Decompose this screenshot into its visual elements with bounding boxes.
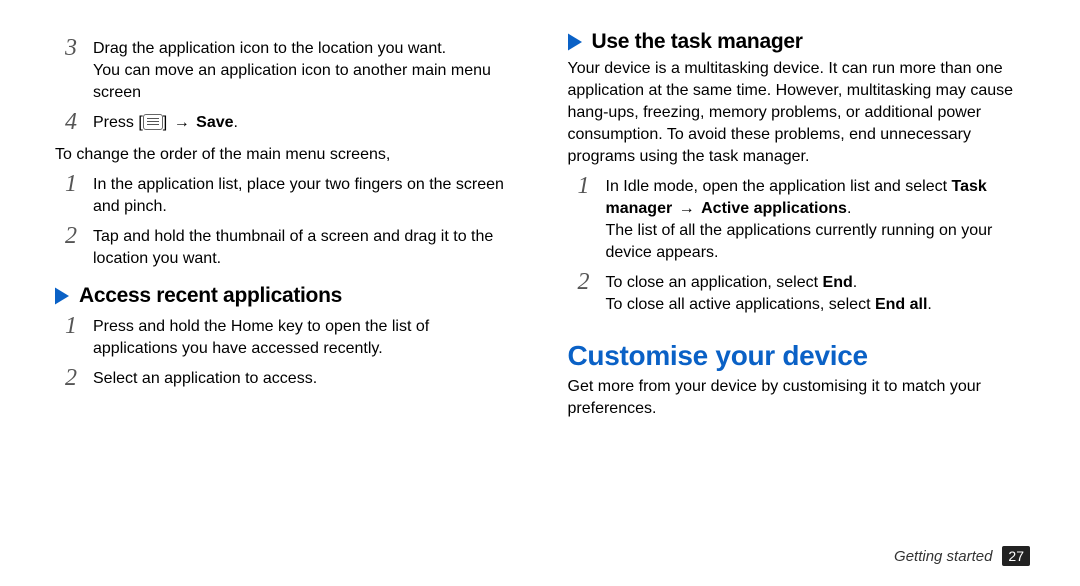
manual-page: 3 Drag the application icon to the locat… bbox=[0, 0, 1080, 586]
step-4-press: Press [ bbox=[93, 114, 143, 131]
step-3-line1: Drag the application icon to the locatio… bbox=[93, 40, 446, 57]
right-column: Use the task manager Your device is a mu… bbox=[543, 30, 1031, 540]
step-1: 1 In Idle mode, open the application lis… bbox=[578, 174, 1031, 264]
step-number: 1 bbox=[578, 174, 606, 198]
step-text: Drag the application icon to the locatio… bbox=[93, 36, 518, 104]
step-number: 2 bbox=[578, 270, 606, 294]
step-number: 2 bbox=[65, 224, 93, 248]
chapter-heading: Customise your device bbox=[568, 340, 1031, 372]
step-text: To close an application, select End. To … bbox=[606, 270, 932, 316]
step-number: 2 bbox=[65, 366, 93, 390]
step-text: Select an application to access. bbox=[93, 366, 317, 390]
end-label: End bbox=[823, 274, 853, 291]
step-number: 1 bbox=[65, 172, 93, 196]
chevron-right-icon bbox=[568, 34, 582, 51]
step-number: 1 bbox=[65, 314, 93, 338]
page-number: 27 bbox=[1002, 546, 1030, 566]
footer-chapter: Getting started bbox=[894, 548, 992, 565]
body-text: Get more from your device by customising… bbox=[568, 376, 1031, 420]
step-text: In Idle mode, open the application list … bbox=[606, 174, 1031, 264]
content-columns: 3 Drag the application icon to the locat… bbox=[0, 0, 1080, 540]
period: . bbox=[853, 274, 857, 291]
arrow-icon: → bbox=[677, 200, 697, 217]
period: . bbox=[847, 200, 851, 217]
step-3: 3 Drag the application icon to the locat… bbox=[65, 36, 518, 104]
step-2: 2 Tap and hold the thumbnail of a screen… bbox=[65, 224, 518, 270]
left-column: 3 Drag the application icon to the locat… bbox=[55, 30, 543, 540]
step-text: Press [] → Save. bbox=[93, 110, 238, 134]
period: . bbox=[927, 296, 931, 313]
text-fragment: To close all active applications, select bbox=[606, 296, 875, 313]
step-3-line2: You can move an application icon to anot… bbox=[93, 62, 491, 101]
section-heading-row: Use the task manager bbox=[568, 30, 1031, 54]
step-number: 4 bbox=[65, 110, 93, 134]
end-all-label: End all bbox=[875, 296, 927, 313]
step-2: 2 To close an application, select End. T… bbox=[578, 270, 1031, 316]
text-fragment: In Idle mode, open the application list … bbox=[606, 178, 952, 195]
page-footer: Getting started 27 bbox=[894, 546, 1030, 566]
step-after-text: The list of all the applications current… bbox=[606, 222, 993, 261]
body-text: Your device is a multitasking device. It… bbox=[568, 58, 1031, 168]
section-heading-row: Access recent applications bbox=[55, 284, 518, 308]
section-heading: Access recent applications bbox=[79, 284, 342, 308]
text-fragment: To close an application, select bbox=[606, 274, 823, 291]
step-4-mid: ] bbox=[163, 114, 172, 131]
section-heading: Use the task manager bbox=[592, 30, 803, 54]
menu-icon bbox=[143, 114, 163, 130]
step-4: 4 Press [] → Save. bbox=[65, 110, 518, 134]
step-1: 1 Press and hold the Home key to open th… bbox=[65, 314, 518, 360]
step-text: Press and hold the Home key to open the … bbox=[93, 314, 518, 360]
step-2: 2 Select an application to access. bbox=[65, 366, 518, 390]
active-applications-label: Active applications bbox=[701, 200, 847, 217]
step-number: 3 bbox=[65, 36, 93, 60]
step-1: 1 In the application list, place your tw… bbox=[65, 172, 518, 218]
arrow-icon: → bbox=[172, 114, 192, 131]
chevron-right-icon bbox=[55, 288, 69, 305]
step-text: In the application list, place your two … bbox=[93, 172, 518, 218]
body-text: To change the order of the main menu scr… bbox=[55, 144, 518, 166]
save-label: Save bbox=[196, 114, 233, 131]
period: . bbox=[234, 114, 238, 131]
step-text: Tap and hold the thumbnail of a screen a… bbox=[93, 224, 518, 270]
